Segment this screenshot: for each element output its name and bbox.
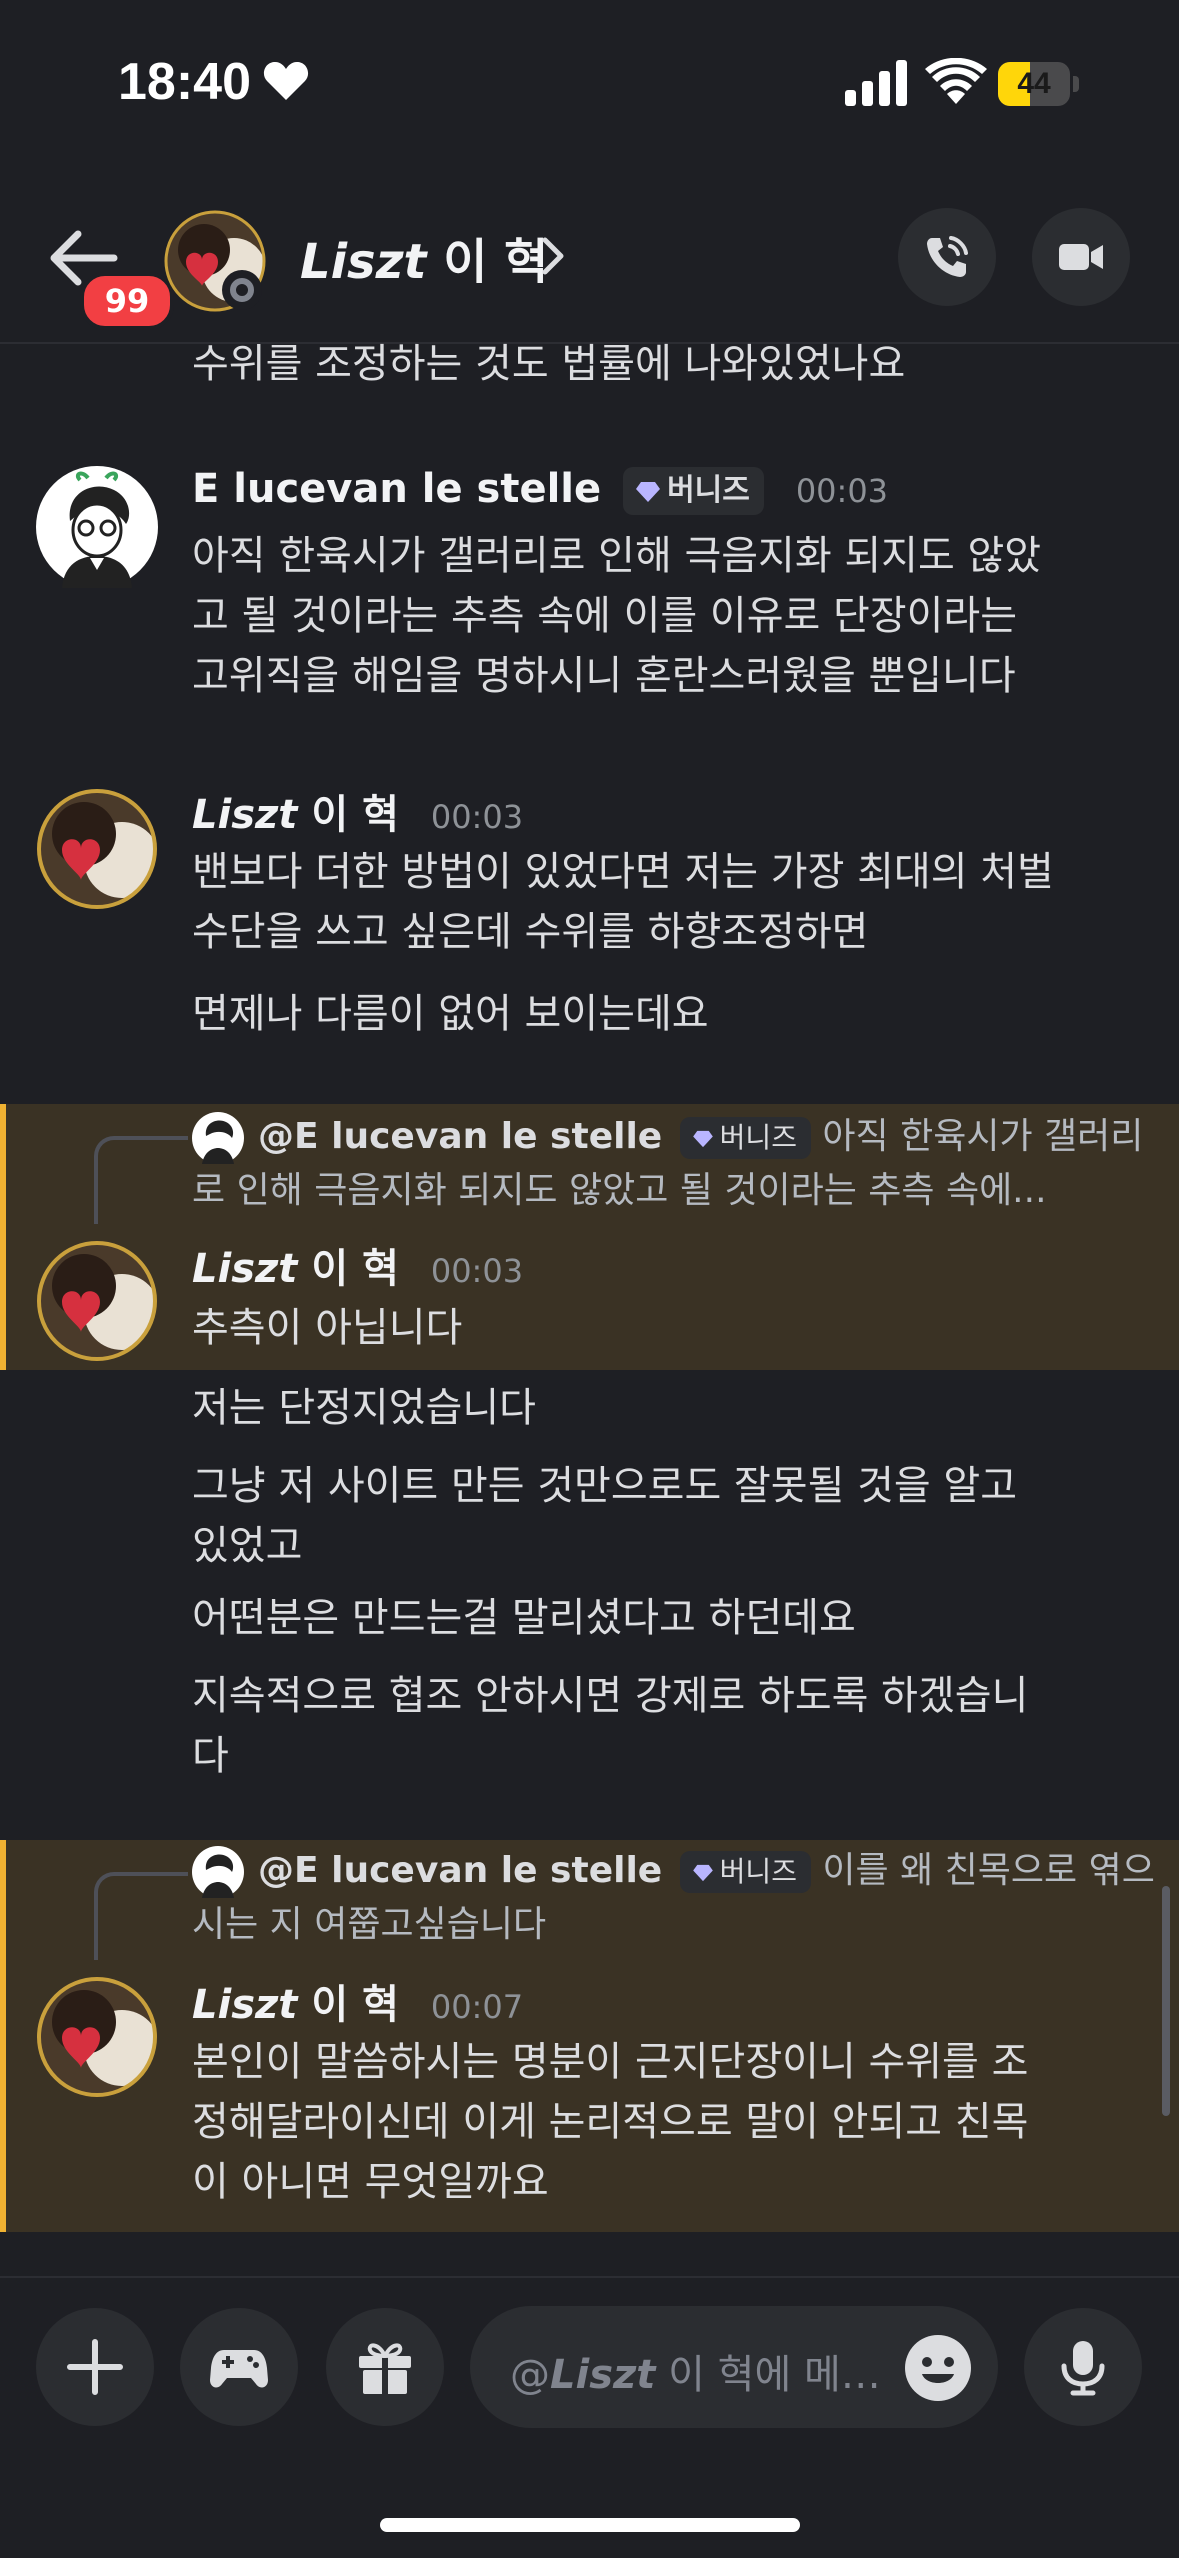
- avatar[interactable]: [36, 466, 158, 588]
- reply-connector: [94, 1136, 188, 1224]
- plus-icon: [67, 2339, 123, 2395]
- placeholder-rest: 이 혁에 메…: [655, 2352, 881, 2398]
- placeholder-at: @: [510, 2352, 550, 2398]
- video-call-button[interactable]: [1032, 208, 1130, 306]
- emoji-icon[interactable]: [904, 2334, 972, 2402]
- placeholder-name: Liszt: [550, 2352, 656, 2398]
- message-timestamp: 00:07: [430, 1988, 524, 2026]
- avatar[interactable]: [36, 1240, 158, 1362]
- message-author[interactable]: Liszt 이 혁 00:03: [192, 782, 523, 840]
- message-text: 추측이 아닙니다: [192, 1305, 463, 1351]
- heart-icon: [263, 61, 309, 100]
- microphone-icon: [1061, 2341, 1105, 2396]
- avatar[interactable]: [36, 1976, 158, 2098]
- role-tag: 버니즈: [679, 1117, 811, 1159]
- reply-preview[interactable]: @E lucevan le stelle 버니즈 이를 왜 친목으로 엮으: [258, 1844, 1155, 1898]
- unread-count-badge: 99: [80, 272, 174, 330]
- reply-snippet[interactable]: 로 인해 극음지화 되지도 않았고 될 것이라는 추측 속에...: [192, 1164, 1047, 1218]
- message-line: 아직 한육시가 갤러리로 인해 극음지화 되지도 않았: [192, 533, 1042, 579]
- role-tag[interactable]: 버니즈: [623, 467, 764, 515]
- message-author[interactable]: Liszt 이 혁 00:07: [192, 1972, 523, 2030]
- message-input-placeholder: @Liszt 이 혁에 메…: [510, 2342, 881, 2400]
- message-line: 밴보다 더한 방법이 있었다면 저는 가장 최대의 처벌: [192, 849, 1054, 895]
- mention-highlight-bar: [0, 1840, 6, 2232]
- author-name-korean: 이 혁: [311, 1246, 399, 1292]
- reply-snippet: 아직 한육시가 갤러리: [822, 1116, 1144, 1157]
- message-timestamp: 00:03: [430, 798, 524, 836]
- reply-author: @E lucevan le stelle: [258, 1116, 663, 1157]
- role-label: 버니즈: [719, 1855, 797, 1888]
- author-name-korean: 이 혁: [311, 1982, 399, 2028]
- message-line: 정해달라이신데 이게 논리적으로 말이 안되고 친목: [192, 2099, 1029, 2145]
- chat-title-korean: 이 혁: [443, 234, 549, 290]
- phone-call-icon: [927, 236, 968, 277]
- scrollbar-thumb[interactable]: [1162, 1886, 1170, 2116]
- message-timestamp: 00:03: [795, 472, 889, 510]
- author-name-korean: 이 혁: [311, 792, 399, 838]
- message-line: 다: [192, 1733, 229, 1779]
- offline-status-icon: [222, 270, 262, 310]
- status-time: 18:40: [118, 53, 251, 111]
- role-label: 버니즈: [719, 1121, 797, 1154]
- message-author[interactable]: Liszt 이 혁 00:03: [192, 1236, 523, 1294]
- message-text: 밴보다 더한 방법이 있었다면 저는 가장 최대의 처벌 수단을 쓰고 싶은데 …: [192, 842, 1054, 962]
- message-line: 그냥 저 사이트 만든 것만으로도 잘못될 것을 알고: [192, 1463, 1018, 1509]
- message-text: 수위를 조정하는 것도 법률에 나와있었나요: [192, 341, 906, 387]
- message-line: 있었고: [192, 1523, 303, 1569]
- game-controller-icon: [210, 2350, 268, 2388]
- message-text: 저는 단정지었습니다: [192, 1385, 536, 1431]
- wifi-icon: [925, 58, 987, 104]
- author-name: E lucevan le stelle: [192, 466, 602, 512]
- message-text: 어떤분은 만드는걸 말리셨다고 하던데요: [192, 1595, 856, 1641]
- gem-icon: [692, 1864, 713, 1882]
- reply-avatar: [192, 1846, 244, 1898]
- battery-level: 44: [1017, 67, 1051, 100]
- message-text: 본인이 말씀하시는 명분이 근지단장이니 수위를 조 정해달라이신데 이게 논리…: [192, 2032, 1028, 2212]
- role-label: 버니즈: [667, 473, 750, 508]
- message-text: 아직 한육시가 갤러리로 인해 극음지화 되지도 않았 고 될 것이라는 추측 …: [192, 526, 1041, 706]
- message-line: 본인이 말씀하시는 명분이 근지단장이니 수위를 조: [192, 2039, 1029, 2085]
- gift-button[interactable]: [326, 2308, 444, 2426]
- chat-title-latin: Liszt: [300, 234, 427, 290]
- chat-title[interactable]: Liszt 이 혁: [300, 222, 548, 292]
- avatar[interactable]: [36, 788, 158, 910]
- gem-icon: [692, 1130, 713, 1148]
- add-attachment-button[interactable]: [36, 2308, 154, 2426]
- home-indicator[interactable]: [380, 2518, 800, 2532]
- message-line: 고위직을 해임을 명하시니 혼란스러웠을 뿐입니다: [192, 653, 1016, 699]
- author-name-latin: Liszt: [192, 792, 298, 838]
- message-timestamp: 00:03: [430, 1252, 524, 1290]
- author-name-latin: Liszt: [192, 1246, 298, 1292]
- message-line: 지속적으로 협조 안하시면 강제로 하도록 하겠습니: [192, 1673, 1029, 1719]
- reply-snippet[interactable]: 시는 지 여쭙고싶습니다: [192, 1898, 546, 1952]
- video-camera-icon: [1059, 244, 1103, 270]
- mention-highlight-bar: [0, 1104, 6, 1370]
- message-author[interactable]: E lucevan le stelle 버니즈 00:03: [192, 466, 888, 515]
- message-line: 이 아니면 무엇일까요: [192, 2159, 549, 2205]
- message-line: 수단을 쓰고 싶은데 수위를 하향조정하면: [192, 909, 869, 955]
- role-tag: 버니즈: [679, 1851, 811, 1893]
- message-text: 그냥 저 사이트 만든 것만으로도 잘못될 것을 알고 있었고: [192, 1456, 1017, 1576]
- reply-snippet: 이를 왜 친목으로 엮으: [822, 1850, 1155, 1891]
- message-text: 면제나 다름이 없어 보이는데요: [192, 991, 709, 1037]
- chevron-right-icon[interactable]: [540, 236, 566, 276]
- gem-icon: [636, 481, 661, 502]
- gift-icon: [359, 2343, 411, 2394]
- voice-message-button[interactable]: [1024, 2308, 1142, 2426]
- reply-preview[interactable]: @E lucevan le stelle 버니즈 아직 한육시가 갤러리: [258, 1110, 1143, 1164]
- reply-connector: [94, 1872, 188, 1960]
- message-text: 지속적으로 협조 안하시면 강제로 하도록 하겠습니 다: [192, 1666, 1028, 1786]
- activities-button[interactable]: [180, 2308, 298, 2426]
- cellular-signal-icon: [845, 60, 907, 106]
- reply-author: @E lucevan le stelle: [258, 1850, 663, 1891]
- reply-avatar: [192, 1112, 244, 1164]
- author-name-latin: Liszt: [192, 1982, 298, 2028]
- voice-call-button[interactable]: [898, 208, 996, 306]
- battery-indicator: 44: [998, 62, 1080, 106]
- message-line: 고 될 것이라는 추측 속에 이를 이유로 단장이라는: [192, 593, 1018, 639]
